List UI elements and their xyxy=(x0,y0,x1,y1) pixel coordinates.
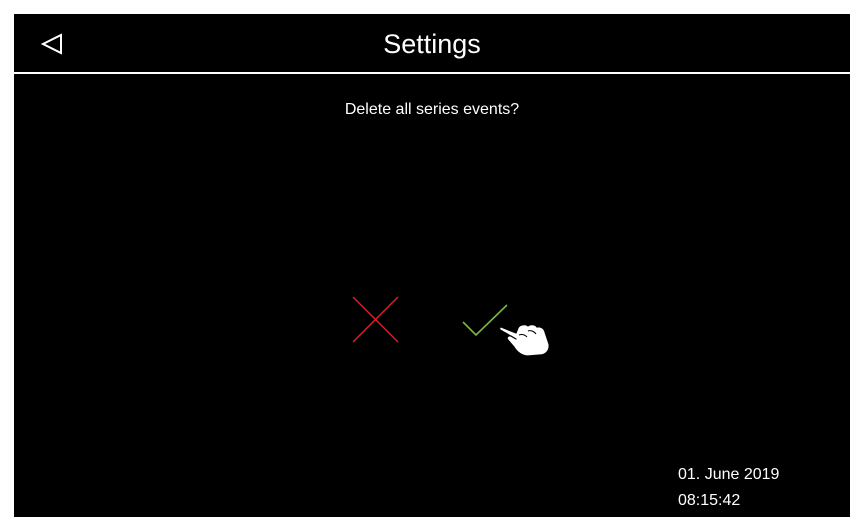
date-text: 01. June 2019 xyxy=(678,466,780,483)
cross-icon xyxy=(352,296,399,343)
settings-screen: Settings Delete all series events? 01. J… xyxy=(14,14,850,517)
header-divider xyxy=(14,72,850,74)
confirm-question: Delete all series events? xyxy=(344,101,520,118)
hand-pointer-icon xyxy=(499,324,550,357)
cancel-button[interactable] xyxy=(346,292,402,348)
header-bar: Settings xyxy=(14,14,850,72)
page-title: Settings xyxy=(383,29,481,59)
time-text: 08:15:42 xyxy=(678,492,741,509)
datetime-display: 01. June 2019 08:15:42 xyxy=(678,462,838,514)
